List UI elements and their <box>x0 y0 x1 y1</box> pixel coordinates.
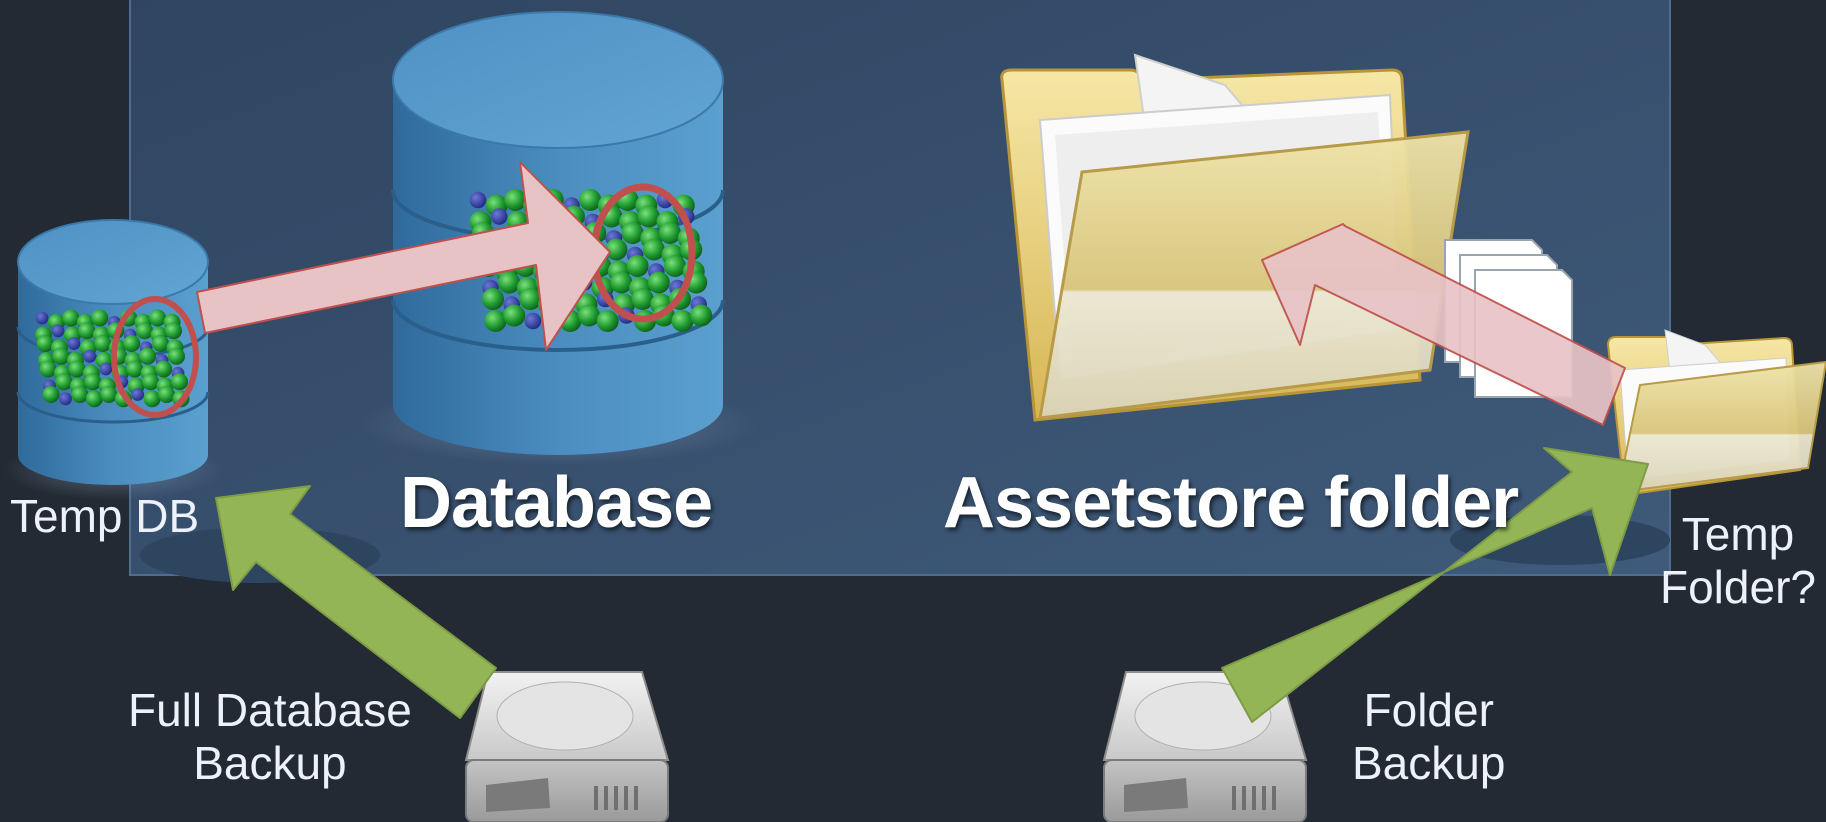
folder-backup-label: Folder Backup <box>1352 684 1505 790</box>
record-sphere <box>142 373 160 391</box>
record-sphere <box>637 205 660 228</box>
record-sphere <box>647 271 670 294</box>
assetstore-folder-label: Assetstore folder <box>943 463 1519 543</box>
record-sphere <box>149 309 167 327</box>
full-database-backup-label-line2: Backup <box>193 736 347 789</box>
folder-backup-label-line1: Folder <box>1363 684 1494 736</box>
record-sphere <box>85 390 103 408</box>
record-sphere <box>68 360 86 378</box>
record-sphere <box>158 386 176 403</box>
record-sphere <box>579 189 602 211</box>
record-sphere <box>610 271 633 294</box>
record-sphere <box>168 347 185 365</box>
record-sphere <box>52 347 70 365</box>
record-sphere <box>524 312 542 330</box>
record-sphere <box>690 304 713 327</box>
record-sphere <box>126 360 144 378</box>
full-database-backup-label-line1: Full Database <box>128 684 412 736</box>
record-sphere <box>39 360 57 378</box>
record-sphere <box>51 324 65 338</box>
record-sphere <box>155 360 173 378</box>
record-sphere <box>631 288 654 310</box>
record-sphere <box>578 304 600 327</box>
record-sphere <box>62 309 80 327</box>
record-sphere <box>59 392 72 406</box>
temp-folder-label-line2: Folder? <box>1660 560 1816 613</box>
record-sphere <box>621 222 644 244</box>
record-sphere <box>131 388 145 401</box>
record-sphere <box>482 288 504 310</box>
record-sphere <box>55 373 73 391</box>
record-sphere <box>84 373 102 391</box>
record-sphere <box>171 373 188 391</box>
folder-backup-label-line2: Backup <box>1352 736 1506 789</box>
record-sphere <box>498 271 521 294</box>
record-sphere <box>91 309 109 327</box>
record-sphere <box>642 238 665 261</box>
record-sphere <box>136 322 154 340</box>
assetstore-folder-icon <box>1000 53 1470 422</box>
record-sphere <box>42 386 60 403</box>
record-sphere <box>83 349 97 363</box>
record-sphere <box>36 335 54 352</box>
record-sphere <box>596 310 619 332</box>
record-sphere <box>152 335 170 352</box>
record-sphere <box>71 386 89 403</box>
record-sphere <box>67 337 81 350</box>
record-sphere <box>165 322 182 340</box>
full-database-backup-label: Full Database Backup <box>128 684 412 790</box>
record-sphere <box>664 255 686 277</box>
record-sphere <box>100 386 118 403</box>
record-sphere <box>484 310 507 332</box>
temp-db-label: Temp DB <box>10 490 200 542</box>
record-sphere <box>35 311 49 325</box>
record-sphere <box>490 208 508 225</box>
database-label: Database <box>400 463 713 543</box>
full-backup-drive-icon <box>464 671 670 822</box>
record-sphere <box>626 255 649 277</box>
record-sphere <box>503 304 526 327</box>
record-sphere <box>123 335 141 352</box>
record-sphere <box>469 191 487 209</box>
record-sphere <box>139 347 157 365</box>
record-sphere <box>671 310 694 332</box>
record-sphere <box>94 335 112 352</box>
record-sphere <box>659 222 681 244</box>
record-sphere <box>78 322 96 340</box>
record-sphere <box>143 390 161 408</box>
temp-folder-label: Temp Folder? <box>1660 508 1816 614</box>
record-sphere <box>99 362 113 376</box>
temp-folder-label-line1: Temp <box>1681 508 1795 560</box>
